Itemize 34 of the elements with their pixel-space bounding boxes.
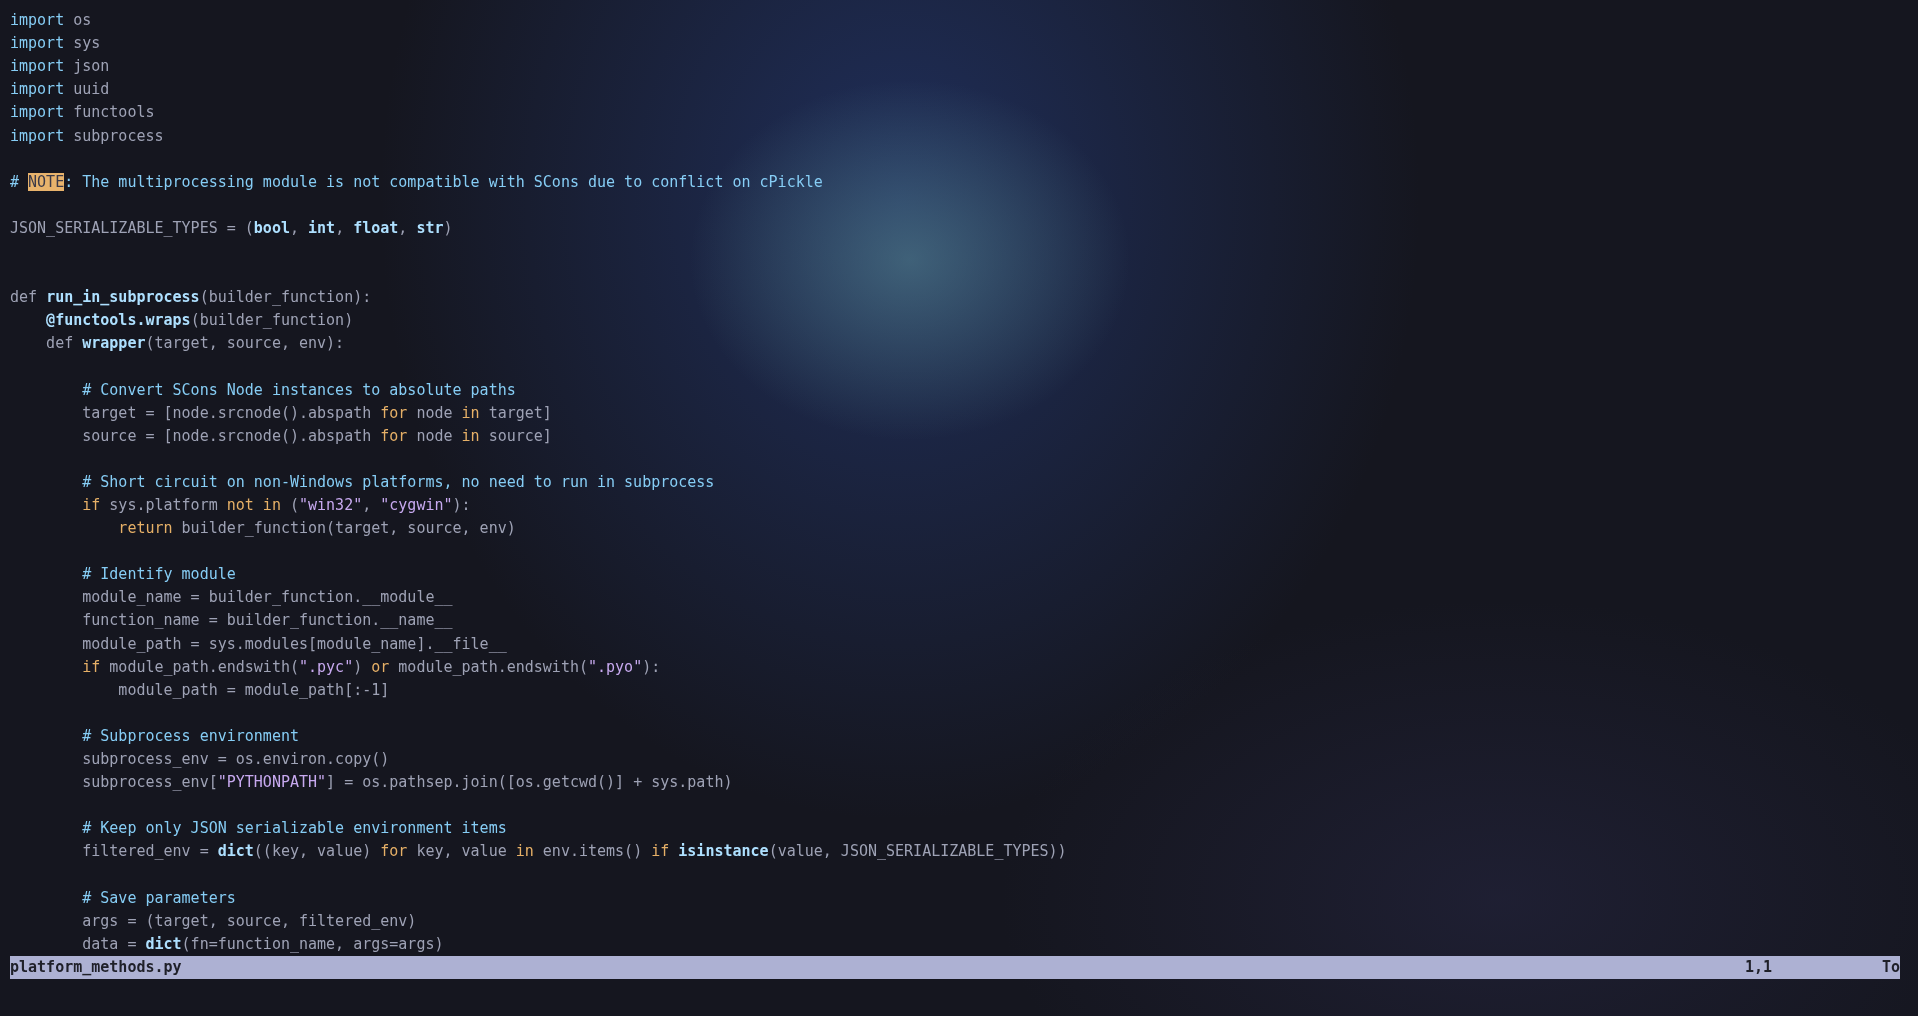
code-line: module_path = sys.modules[module_name].__file__: [81, 633, 507, 655]
code-line: import uuid: [10, 79, 110, 101]
code-line: def wrapper(target, source, env):: [45, 333, 345, 355]
code-line: subprocess_env["PYTHONPATH"] = os.pathsep.join([os.getcwd()] + sys.path): [81, 772, 733, 794]
code-line: # Identify module: [81, 564, 236, 586]
code-line: function_name = builder_function.__name__: [81, 610, 453, 632]
code-line: @functools.wraps(builder_function): [45, 310, 354, 332]
code-line: module_path = module_path[:-1]: [117, 679, 390, 701]
code-line: def run_in_subprocess(builder_function):: [10, 287, 372, 309]
code-line: import os: [10, 10, 92, 32]
code-line: # NOTE: The multiprocessing module is not compatible with SCons due to conflict on cPickle: [10, 171, 823, 193]
code-line: data = dict(fn=function_name, args=args): [81, 933, 444, 955]
code-line: JSON_SERIALIZABLE_TYPES = (bool, int, float, str): [10, 217, 453, 239]
code-line: module_name = builder_function.__module__: [81, 587, 453, 609]
code-line: # Keep only JSON serializable environment items: [81, 818, 507, 840]
code-line: source = [node.srcnode().abspath for node in source]: [81, 425, 552, 447]
code-line: import sys: [10, 33, 101, 55]
code-line: return builder_function(target, source, env): [117, 518, 516, 540]
file-name: platform_methods.py: [10, 958, 183, 977]
code-line: import subprocess: [10, 125, 164, 147]
code-line: # Short circuit on non-Windows platforms, no need to run in subprocess: [81, 471, 715, 493]
code-line: filtered_env = dict((key, value) for key, value in env.items() if isinstance(value, JSON_SERIALIZABLE_TYPES)): [81, 841, 1067, 863]
scroll-position: To: [1881, 958, 1900, 977]
code-line: if module_path.endswith(".pyc") or module_path.endswith(".pyo"):: [81, 656, 661, 678]
code-line: subprocess_env = os.environ.copy(): [81, 749, 390, 771]
code-line: # Convert SCons Node instances to absolute paths: [81, 379, 516, 401]
code-line: import functools: [10, 102, 155, 124]
code-line: target = [node.srcnode().abspath for node in target]: [81, 402, 552, 424]
code-line: if sys.platform not in ("win32", "cygwin"):: [81, 495, 471, 516]
cursor-position: 1,1: [1744, 958, 1774, 977]
code-line: # Save parameters: [81, 887, 236, 909]
code-line: import json: [10, 56, 110, 78]
code-line: args = (target, source, filtered_env): [81, 910, 417, 932]
code-line: # Subprocess environment: [81, 725, 299, 747]
